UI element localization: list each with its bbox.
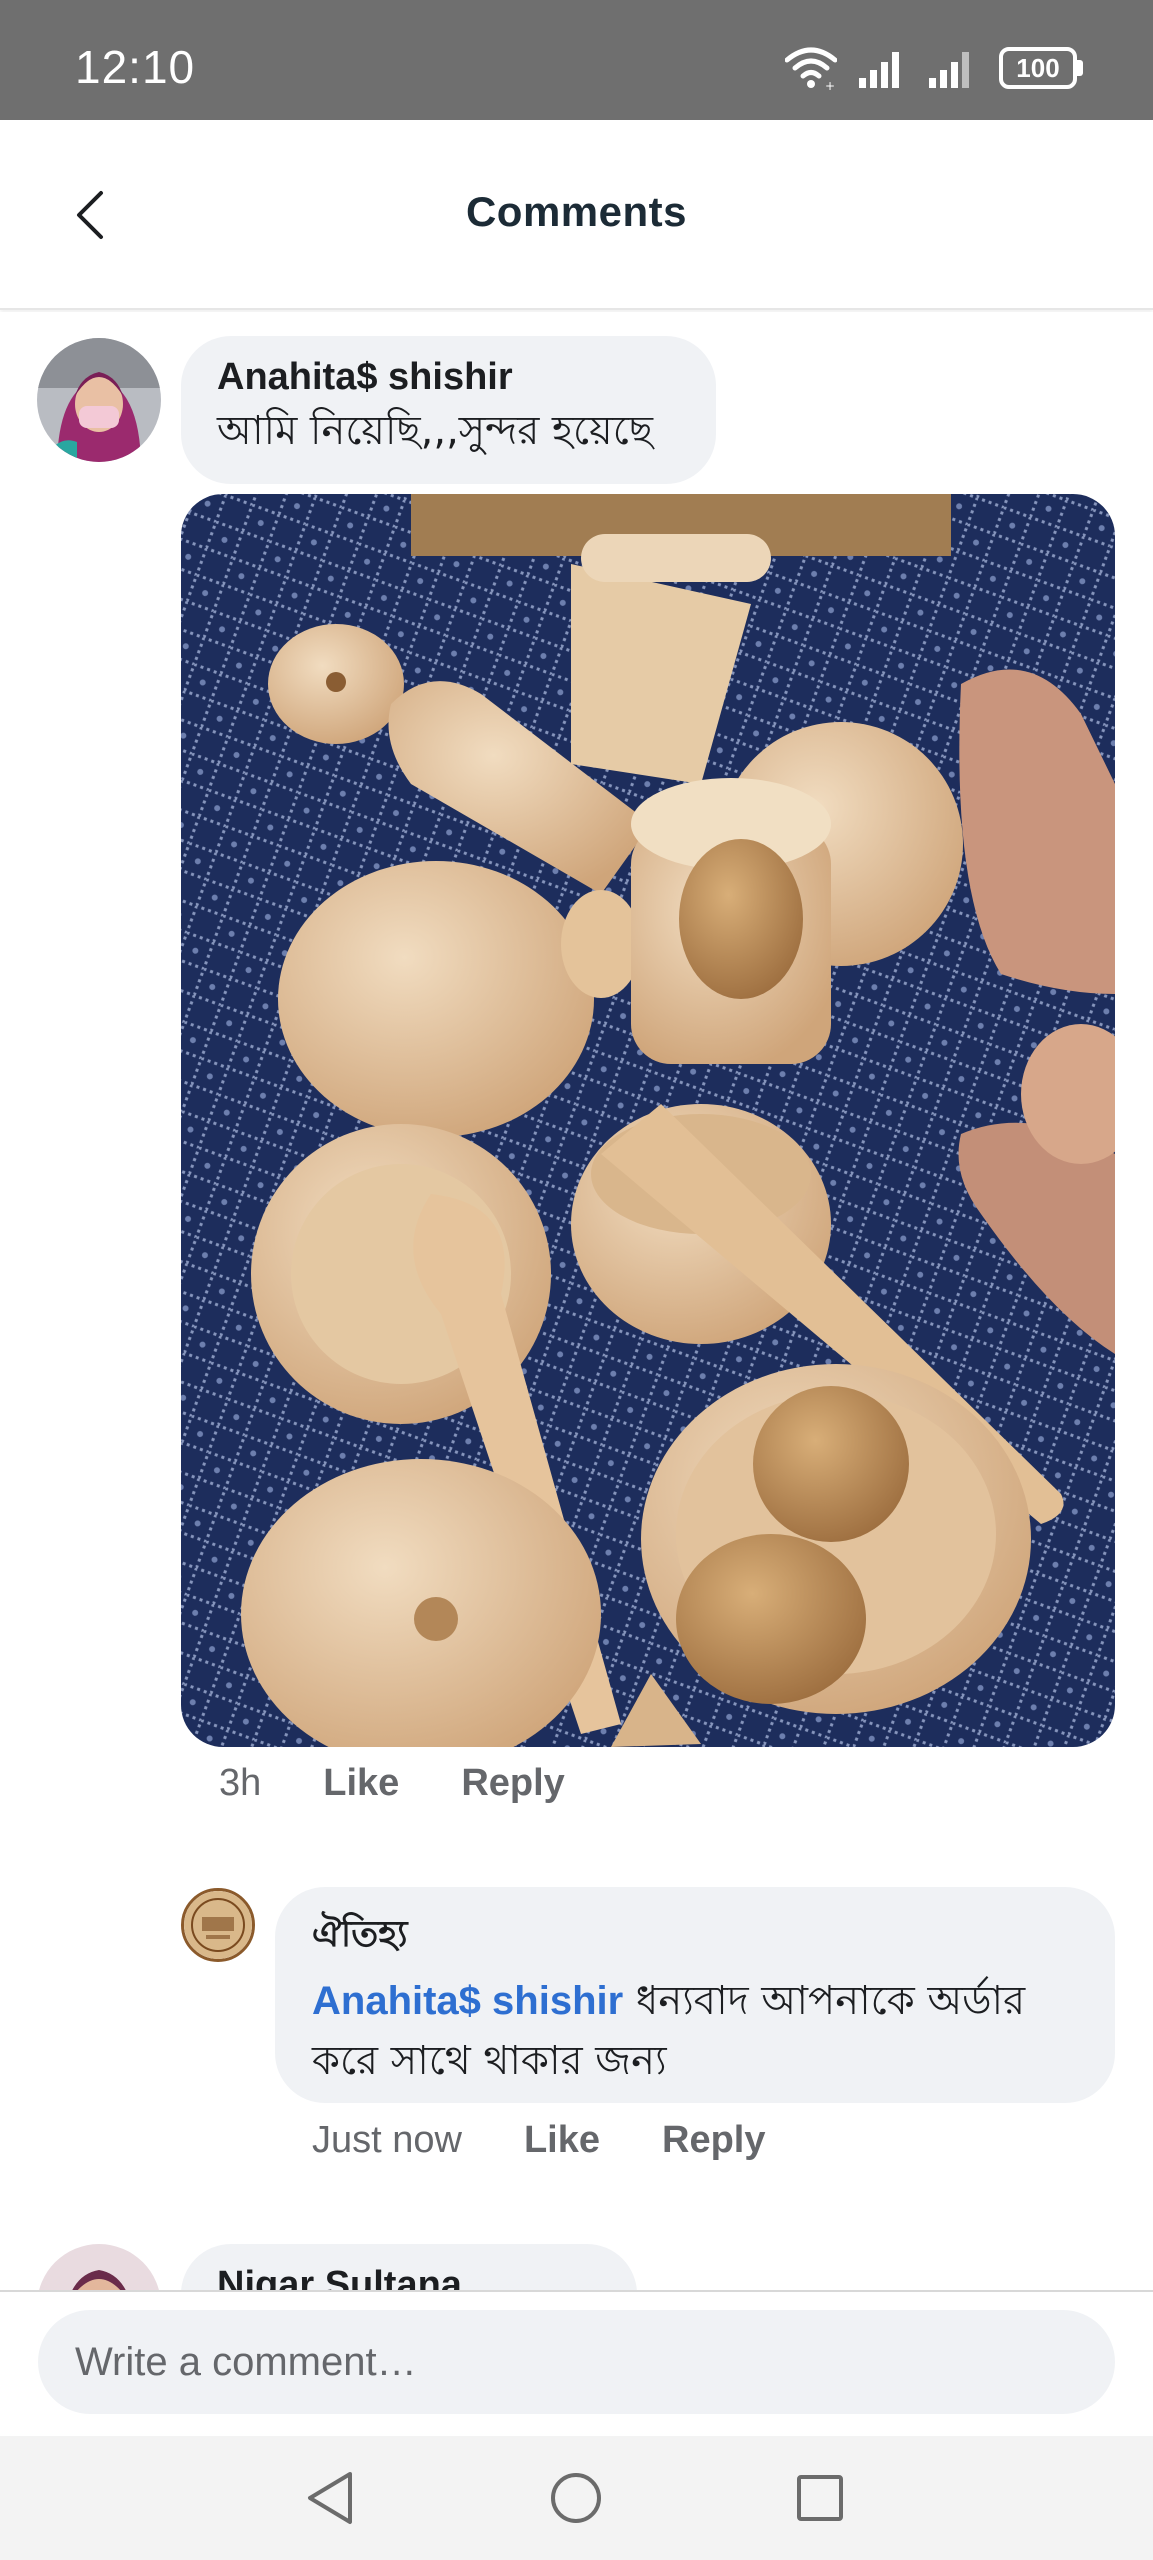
header: Comments [0, 120, 1153, 310]
reply-meta: Just now Like Reply [312, 2119, 766, 2162]
reply-author[interactable]: ঐতিহ্য [312, 1907, 1078, 1967]
comment-author[interactable]: Anahita$ shishir [217, 356, 680, 399]
avatar[interactable] [37, 338, 161, 462]
reply-time: Just now [312, 2119, 462, 2161]
status-icons: + 100 [785, 46, 1083, 90]
like-button[interactable]: Like [524, 2119, 600, 2162]
avatar[interactable] [37, 2244, 161, 2290]
comments-list[interactable]: Anahita$ shishir আমি নিয়েছি,,,সুন্দর হয… [0, 312, 1153, 2290]
reply-text-line1: ধন্যবাদ আপনাকে অর্ডার [623, 1978, 1026, 2024]
reply-bubble[interactable]: ঐতিহ্য Anahita$ shishir ধন্যবাদ আপনাকে অ… [275, 1887, 1115, 2103]
battery-icon: 100 [999, 47, 1083, 89]
comment-meta: 3h Like Reply [219, 1762, 565, 1805]
reply-text: Anahita$ shishir ধন্যবাদ আপনাকে অর্ডার ক… [312, 1971, 1078, 2091]
comment-input[interactable]: Write a comment… [38, 2310, 1115, 2414]
wifi-icon: + [785, 47, 837, 90]
recents-square-icon [797, 2475, 843, 2521]
mention-link[interactable]: Anahita$ shishir [312, 1979, 623, 2023]
signal-icon [859, 52, 899, 88]
status-time: 12:10 [75, 41, 196, 93]
comment-photo[interactable] [181, 494, 1115, 1747]
like-button[interactable]: Like [323, 1762, 399, 1805]
page-title: Comments [465, 188, 688, 235]
status-bar: 12:10 + 100 [0, 0, 1153, 120]
comment-text: আমি নিয়েছি,,,সুন্দর হয়েছে [217, 408, 654, 454]
back-triangle-icon [308, 2472, 352, 2524]
home-circle-icon [551, 2473, 601, 2523]
reply-button[interactable]: Reply [662, 2119, 765, 2162]
reply-button[interactable]: Reply [461, 1762, 564, 1805]
nav-recents-button[interactable] [780, 2458, 860, 2538]
svg-text:+: + [825, 79, 835, 90]
signal-icon [929, 52, 969, 88]
comment-bubble[interactable]: Nigar Sultana Sultana [181, 2244, 637, 2290]
comment-composer: Write a comment… [0, 2290, 1153, 2436]
comment-time: 3h [219, 1762, 262, 1804]
system-nav-bar [0, 2436, 1153, 2560]
battery-level: 100 [999, 47, 1077, 89]
avatar[interactable] [181, 1888, 255, 1962]
nav-home-button[interactable] [536, 2458, 616, 2538]
comment-author[interactable]: Nigar Sultana Sultana [217, 2264, 601, 2290]
comment-bubble[interactable]: Anahita$ shishir আমি নিয়েছি,,,সুন্দর হয… [181, 336, 716, 484]
nav-back-button[interactable] [290, 2458, 370, 2538]
reply-text-line2: করে সাথে থাকার জন্য [312, 2038, 667, 2084]
